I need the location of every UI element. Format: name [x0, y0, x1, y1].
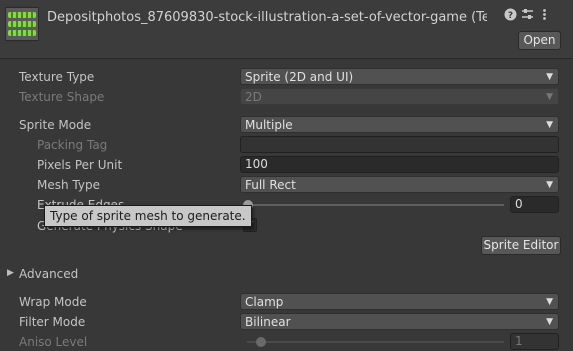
sprite-mode-value: Multiple	[245, 118, 293, 132]
aniso-level-label: Aniso Level	[19, 335, 88, 349]
mesh-type-tooltip: Type of sprite mesh to generate.	[44, 205, 252, 227]
inspector-header	[0, 0, 573, 58]
chevron-down-icon: ▼	[546, 317, 553, 327]
chevron-right-icon[interactable]: ▶	[7, 268, 14, 278]
help-icon[interactable]: ?	[503, 8, 517, 22]
texture-shape-value: 2D	[245, 90, 262, 104]
filter-mode-value: Bilinear	[245, 315, 291, 329]
packing-tag-field	[240, 136, 559, 153]
filter-mode-label: Filter Mode	[19, 315, 86, 329]
pixels-per-unit-label: Pixels Per Unit	[37, 158, 123, 172]
chevron-down-icon: ▼	[546, 180, 553, 190]
packing-tag-label: Packing Tag	[37, 138, 108, 152]
advanced-foldout-label[interactable]: Advanced	[19, 267, 78, 281]
texture-type-value: Sprite (2D and UI)	[245, 70, 354, 84]
extrude-edges-slider[interactable]	[247, 204, 504, 206]
texture-shape-dropdown: 2D ▼	[240, 88, 559, 105]
sprite-mode-dropdown[interactable]: Multiple ▼	[240, 116, 559, 133]
chevron-down-icon: ▼	[546, 297, 553, 307]
sprite-mode-label: Sprite Mode	[19, 118, 92, 132]
filter-mode-dropdown[interactable]: Bilinear ▼	[240, 313, 559, 330]
wrap-mode-dropdown[interactable]: Clamp ▼	[240, 293, 559, 310]
chevron-down-icon: ▼	[546, 92, 553, 102]
open-button[interactable]: Open	[518, 31, 561, 50]
mesh-type-value: Full Rect	[245, 178, 296, 192]
mesh-type-dropdown[interactable]: Full Rect ▼	[240, 176, 559, 193]
wrap-mode-label: Wrap Mode	[19, 295, 87, 309]
texture-shape-label: Texture Shape	[19, 90, 105, 104]
mesh-type-label: Mesh Type	[37, 178, 100, 192]
wrap-mode-value: Clamp	[245, 295, 284, 309]
aniso-level-field: 1	[510, 333, 559, 350]
asset-title: Depositphotos_87609830-stock-illustratio…	[47, 10, 487, 25]
chevron-down-icon: ▼	[546, 72, 553, 82]
texture-thumbnail	[5, 7, 39, 41]
sprite-editor-button[interactable]: Sprite Editor	[481, 236, 561, 255]
aniso-level-slider-handle	[256, 337, 266, 347]
header-divider	[0, 58, 573, 59]
aniso-level-slider	[247, 341, 504, 343]
svg-text:?: ?	[507, 11, 512, 21]
extrude-edges-field[interactable]: 0	[510, 196, 559, 213]
chevron-down-icon: ▼	[546, 120, 553, 130]
preset-sliders-icon[interactable]	[520, 8, 534, 22]
more-menu-icon[interactable]	[537, 8, 551, 22]
pixels-per-unit-field[interactable]: 100	[240, 156, 559, 173]
texture-type-dropdown[interactable]: Sprite (2D and UI) ▼	[240, 68, 559, 85]
texture-type-label: Texture Type	[19, 70, 95, 84]
